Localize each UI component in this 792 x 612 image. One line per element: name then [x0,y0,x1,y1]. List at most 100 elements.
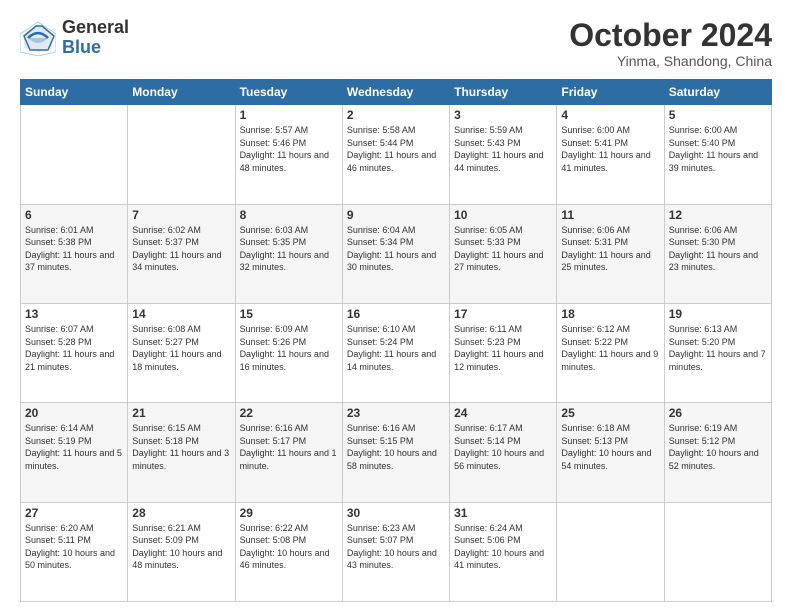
calendar-week-3: 20Sunrise: 6:14 AM Sunset: 5:19 PM Dayli… [21,403,772,502]
logo: General Blue [20,18,129,58]
day-info: Sunrise: 6:20 AM Sunset: 5:11 PM Dayligh… [25,522,123,572]
day-info: Sunrise: 5:58 AM Sunset: 5:44 PM Dayligh… [347,124,445,174]
subtitle: Yinma, Shandong, China [569,53,772,69]
calendar-cell: 30Sunrise: 6:23 AM Sunset: 5:07 PM Dayli… [342,502,449,601]
calendar-cell: 21Sunrise: 6:15 AM Sunset: 5:18 PM Dayli… [128,403,235,502]
day-number: 5 [669,108,767,122]
calendar-cell: 1 Sunrise: 5:57 AM Sunset: 5:46 PM Daylig… [235,105,342,204]
day-info: Sunrise: 6:16 AM Sunset: 5:17 PM Dayligh… [240,422,338,472]
header-monday: Monday [128,80,235,105]
day-info: Sunrise: 6:06 AM Sunset: 5:31 PM Dayligh… [561,224,659,274]
calendar-week-1: 6 Sunrise: 6:01 AM Sunset: 5:38 PM Daylig… [21,204,772,303]
day-number: 18 [561,307,659,321]
day-number: 8 [240,208,338,222]
day-number: 24 [454,406,552,420]
day-number: 6 [25,208,123,222]
calendar-cell: 13 Sunrise: 6:07 AM Sunset: 5:28 PM Dayli… [21,303,128,402]
day-number: 14 [132,307,230,321]
calendar-cell: 11 Sunrise: 6:06 AM Sunset: 5:31 PM Dayli… [557,204,664,303]
day-number: 9 [347,208,445,222]
day-info: Sunrise: 6:02 AM Sunset: 5:37 PM Dayligh… [132,224,230,274]
calendar-cell: 18 Sunrise: 6:12 AM Sunset: 5:22 PM Dayli… [557,303,664,402]
day-number: 13 [25,307,123,321]
day-number: 31 [454,506,552,520]
calendar-cell: 12 Sunrise: 6:06 AM Sunset: 5:30 PM Dayli… [664,204,771,303]
day-info: Sunrise: 6:21 AM Sunset: 5:09 PM Dayligh… [132,522,230,572]
calendar-cell: 3Sunrise: 5:59 AM Sunset: 5:43 PM Daylig… [450,105,557,204]
day-number: 25 [561,406,659,420]
header: General Blue October 2024 Yinma, Shandon… [20,18,772,69]
day-info: Sunrise: 6:10 AM Sunset: 5:24 PM Dayligh… [347,323,445,373]
calendar-cell: 10 Sunrise: 6:05 AM Sunset: 5:33 PM Dayli… [450,204,557,303]
day-info: Sunrise: 6:19 AM Sunset: 5:12 PM Dayligh… [669,422,767,472]
calendar-cell: 6 Sunrise: 6:01 AM Sunset: 5:38 PM Daylig… [21,204,128,303]
day-number: 1 [240,108,338,122]
calendar-cell: 20Sunrise: 6:14 AM Sunset: 5:19 PM Dayli… [21,403,128,502]
calendar-cell: 7 Sunrise: 6:02 AM Sunset: 5:37 PM Daylig… [128,204,235,303]
calendar-cell: 4 Sunrise: 6:00 AM Sunset: 5:41 PM Daylig… [557,105,664,204]
day-number: 17 [454,307,552,321]
day-number: 28 [132,506,230,520]
calendar-cell: 9Sunrise: 6:04 AM Sunset: 5:34 PM Daylig… [342,204,449,303]
header-thursday: Thursday [450,80,557,105]
day-info: Sunrise: 6:16 AM Sunset: 5:15 PM Dayligh… [347,422,445,472]
day-number: 4 [561,108,659,122]
day-number: 2 [347,108,445,122]
calendar-body: 1 Sunrise: 5:57 AM Sunset: 5:46 PM Daylig… [21,105,772,602]
day-info: Sunrise: 6:23 AM Sunset: 5:07 PM Dayligh… [347,522,445,572]
day-number: 27 [25,506,123,520]
calendar-week-4: 27 Sunrise: 6:20 AM Sunset: 5:11 PM Dayli… [21,502,772,601]
calendar-cell: 22 Sunrise: 6:16 AM Sunset: 5:17 PM Dayli… [235,403,342,502]
day-info: Sunrise: 6:00 AM Sunset: 5:41 PM Dayligh… [561,124,659,174]
day-info: Sunrise: 6:12 AM Sunset: 5:22 PM Dayligh… [561,323,659,373]
header-friday: Friday [557,80,664,105]
day-number: 7 [132,208,230,222]
calendar-cell: 28 Sunrise: 6:21 AM Sunset: 5:09 PM Dayli… [128,502,235,601]
day-number: 29 [240,506,338,520]
calendar-cell: 24 Sunrise: 6:17 AM Sunset: 5:14 PM Dayli… [450,403,557,502]
header-wednesday: Wednesday [342,80,449,105]
day-info: Sunrise: 6:08 AM Sunset: 5:27 PM Dayligh… [132,323,230,373]
month-title: October 2024 [569,18,772,53]
day-number: 11 [561,208,659,222]
day-info: Sunrise: 6:00 AM Sunset: 5:40 PM Dayligh… [669,124,767,174]
calendar-cell: 23 Sunrise: 6:16 AM Sunset: 5:15 PM Dayli… [342,403,449,502]
day-info: Sunrise: 6:06 AM Sunset: 5:30 PM Dayligh… [669,224,767,274]
day-info: Sunrise: 5:57 AM Sunset: 5:46 PM Dayligh… [240,124,338,174]
logo-text: General Blue [62,18,129,58]
calendar-cell [128,105,235,204]
calendar-cell: 26 Sunrise: 6:19 AM Sunset: 5:12 PM Dayli… [664,403,771,502]
day-info: Sunrise: 6:13 AM Sunset: 5:20 PM Dayligh… [669,323,767,373]
day-number: 22 [240,406,338,420]
day-number: 10 [454,208,552,222]
calendar-cell: 8 Sunrise: 6:03 AM Sunset: 5:35 PM Daylig… [235,204,342,303]
calendar-cell [664,502,771,601]
day-info: Sunrise: 6:11 AM Sunset: 5:23 PM Dayligh… [454,323,552,373]
day-number: 3 [454,108,552,122]
calendar-cell [557,502,664,601]
day-number: 16 [347,307,445,321]
day-info: Sunrise: 6:01 AM Sunset: 5:38 PM Dayligh… [25,224,123,274]
calendar-cell: 17 Sunrise: 6:11 AM Sunset: 5:23 PM Dayli… [450,303,557,402]
day-info: Sunrise: 6:18 AM Sunset: 5:13 PM Dayligh… [561,422,659,472]
calendar-cell: 27 Sunrise: 6:20 AM Sunset: 5:11 PM Dayli… [21,502,128,601]
day-number: 12 [669,208,767,222]
day-info: Sunrise: 6:07 AM Sunset: 5:28 PM Dayligh… [25,323,123,373]
calendar-cell: 15Sunrise: 6:09 AM Sunset: 5:26 PM Dayli… [235,303,342,402]
day-info: Sunrise: 6:03 AM Sunset: 5:35 PM Dayligh… [240,224,338,274]
calendar-cell: 2 Sunrise: 5:58 AM Sunset: 5:44 PM Daylig… [342,105,449,204]
calendar-header: Sunday Monday Tuesday Wednesday Thursday… [21,80,772,105]
calendar-cell: 19 Sunrise: 6:13 AM Sunset: 5:20 PM Dayli… [664,303,771,402]
day-info: Sunrise: 6:17 AM Sunset: 5:14 PM Dayligh… [454,422,552,472]
day-number: 19 [669,307,767,321]
day-info: Sunrise: 6:05 AM Sunset: 5:33 PM Dayligh… [454,224,552,274]
day-number: 23 [347,406,445,420]
day-number: 15 [240,307,338,321]
header-sunday: Sunday [21,80,128,105]
day-number: 20 [25,406,123,420]
calendar-cell: 25 Sunrise: 6:18 AM Sunset: 5:13 PM Dayli… [557,403,664,502]
day-number: 26 [669,406,767,420]
day-info: Sunrise: 6:22 AM Sunset: 5:08 PM Dayligh… [240,522,338,572]
page: General Blue October 2024 Yinma, Shandon… [0,0,792,612]
calendar-cell: 16 Sunrise: 6:10 AM Sunset: 5:24 PM Dayli… [342,303,449,402]
